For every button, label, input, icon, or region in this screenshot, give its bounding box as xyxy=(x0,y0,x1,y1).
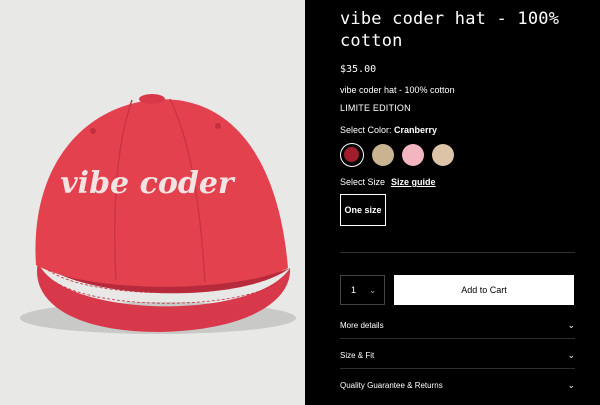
product-info-panel: vibe coder hat - 100% cotton $35.00 vibe… xyxy=(305,0,600,405)
swatch-dot xyxy=(344,147,359,162)
accordion-size-fit[interactable]: Size & Fit ⌄ xyxy=(340,346,575,364)
swatch-cranberry[interactable] xyxy=(340,143,364,167)
accordion-label: Size & Fit xyxy=(340,350,375,360)
chevron-down-icon: ⌄ xyxy=(567,319,575,330)
swatch-dot xyxy=(402,144,424,166)
cap-embroidery-text: vibe coder xyxy=(60,166,236,201)
add-to-cart-button[interactable]: Add to Cart xyxy=(394,275,574,305)
selected-color-name: Cranberry xyxy=(394,125,438,135)
product-image: vibe coder xyxy=(0,0,305,405)
color-label-text: Select Color: xyxy=(340,125,392,135)
accordion-label: Quality Guarantee & Returns xyxy=(340,380,443,390)
divider xyxy=(340,338,575,339)
quantity-value: 1 xyxy=(351,285,357,295)
quantity-select[interactable]: 1 ⌄ xyxy=(340,275,385,305)
swatch-khaki[interactable] xyxy=(371,143,395,167)
divider xyxy=(340,252,575,253)
edition-label: LIMITE EDITION xyxy=(340,103,411,113)
color-label: Select Color: Cranberry xyxy=(340,125,437,135)
size-guide-link[interactable]: Size guide xyxy=(391,177,436,187)
swatch-dot xyxy=(372,144,394,166)
accordion-label: More details xyxy=(340,320,384,330)
chevron-down-icon: ⌄ xyxy=(567,379,575,390)
product-price: $35.00 xyxy=(340,64,377,75)
cap-illustration: vibe coder xyxy=(20,94,296,334)
size-row: Select Size Size guide xyxy=(340,177,436,187)
size-label: Select Size xyxy=(340,177,386,187)
product-title: vibe coder hat - 100% cotton xyxy=(340,9,560,51)
swatch-dot xyxy=(432,144,454,166)
chevron-down-icon: ⌄ xyxy=(567,349,575,360)
swatch-pink[interactable] xyxy=(401,143,425,167)
accordion-more-details[interactable]: More details ⌄ xyxy=(340,316,575,334)
product-subtitle: vibe coder hat - 100% cotton xyxy=(340,85,455,95)
chevron-down-icon: ⌄ xyxy=(369,285,376,295)
size-option-one-size[interactable]: One size xyxy=(340,194,386,226)
accordion-quality-returns[interactable]: Quality Guarantee & Returns ⌄ xyxy=(340,376,575,394)
divider xyxy=(340,368,575,369)
swatch-sand[interactable] xyxy=(431,143,455,167)
